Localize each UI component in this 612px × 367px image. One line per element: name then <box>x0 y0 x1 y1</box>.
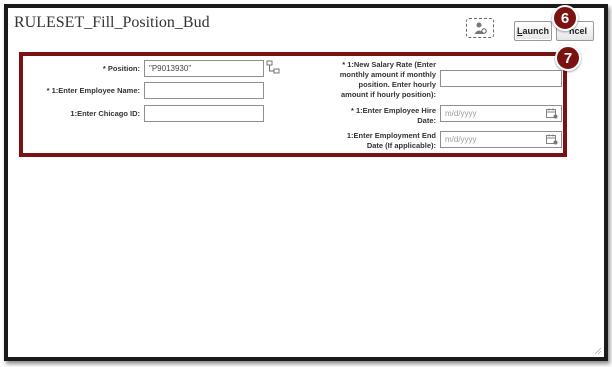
end-date-placeholder: m/d/yyyy <box>445 135 477 144</box>
hire-date-input[interactable]: m/d/yyyy <box>440 105 562 122</box>
position-label: * Position: <box>102 64 140 73</box>
salary-rate-label: * 1:New Salary Rate (Enter monthly amoun… <box>306 60 436 100</box>
callout-step-6: 6 <box>552 5 578 31</box>
position-input[interactable]: "P9013930" <box>144 60 264 77</box>
salary-rate-label-line1: * 1:New Salary Rate (Enter <box>342 60 436 69</box>
chicago-id-label: 1:Enter Chicago ID: <box>70 109 140 118</box>
callout-step-7: 7 <box>555 45 581 71</box>
resize-grip-icon[interactable] <box>594 347 602 355</box>
end-date-label-line2: Date (If applicable): <box>366 141 436 150</box>
end-date-label: 1:Enter Employment End Date (If applicab… <box>316 131 436 151</box>
launch-button[interactable]: Launch <box>514 21 552 41</box>
hire-date-placeholder: m/d/yyyy <box>445 109 477 118</box>
salary-rate-label-line3: position. Enter hourly <box>358 80 436 89</box>
launch-label: aunch <box>522 26 549 36</box>
employee-name-input[interactable] <box>144 82 264 99</box>
salary-rate-input[interactable] <box>440 70 562 87</box>
salary-rate-label-line4: amount if hourly position): <box>341 90 436 99</box>
personalize-icon <box>474 22 487 34</box>
dialog-title: RULESET_Fill_Position_Bud <box>14 14 210 31</box>
hire-date-label-line1: * 1:Enter Employee Hire <box>350 106 436 115</box>
hire-date-label-line2: Date: <box>417 116 436 125</box>
salary-rate-label-line2: monthly amount if monthly <box>339 70 436 79</box>
lov-hierarchy-icon[interactable] <box>266 60 280 74</box>
chicago-id-input[interactable] <box>144 105 264 122</box>
employee-name-label: * 1:Enter Employee Name: <box>46 86 140 95</box>
hire-date-label: * 1:Enter Employee Hire Date: <box>316 106 436 126</box>
end-date-label-line1: 1:Enter Employment End <box>346 131 436 140</box>
end-date-input[interactable]: m/d/yyyy <box>440 131 562 148</box>
calendar-icon[interactable] <box>546 108 558 119</box>
calendar-icon[interactable] <box>546 134 558 145</box>
personalize-button[interactable] <box>466 18 494 38</box>
